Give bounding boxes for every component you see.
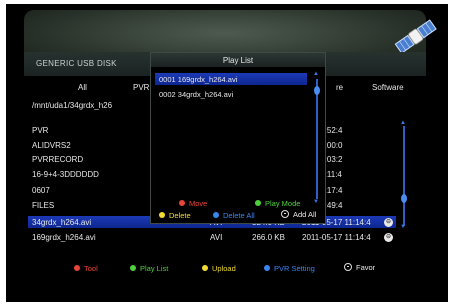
- favor-hint[interactable]: Favor: [344, 263, 375, 272]
- lock-icon: ⊖: [384, 233, 393, 242]
- play-list-hint[interactable]: Play List: [130, 264, 168, 273]
- delete-all-hint: Delete All: [213, 211, 255, 220]
- playlist-item[interactable]: 0002 34grdx_h264.avi: [159, 90, 233, 99]
- lock-icon: ⊖: [384, 218, 393, 227]
- green-button-icon: [130, 265, 136, 271]
- playlist-popup: Play List 0001 169grdx_h264.avi 0002 34g…: [150, 52, 326, 224]
- playlist-item[interactable]: 0001 169grdx_h264.avi: [159, 75, 237, 84]
- tv-screen: GENERIC USB DISK All PVR re Software /mn…: [6, 4, 448, 302]
- favor-button-icon: [344, 263, 352, 271]
- popup-scrollbar-thumb[interactable]: [314, 86, 320, 95]
- green-button-icon: [255, 200, 261, 206]
- current-path: /mnt/uda1/34grdx_h26: [32, 101, 113, 110]
- upload-hint[interactable]: Upload: [202, 264, 236, 273]
- ok-button-icon: [281, 210, 289, 218]
- device-title: GENERIC USB DISK: [36, 59, 117, 68]
- tab-all[interactable]: All: [78, 83, 87, 92]
- scroll-up-arrow-icon[interactable]: ▲: [313, 71, 319, 77]
- play-mode-hint: Play Mode: [255, 199, 300, 208]
- red-button-icon: [74, 265, 80, 271]
- tool-hint[interactable]: Tool: [74, 264, 98, 273]
- yellow-button-icon: [202, 265, 208, 271]
- popup-title: Play List: [222, 56, 254, 65]
- scroll-down-arrow-icon[interactable]: ▼: [400, 224, 406, 230]
- scrollbar-track[interactable]: [403, 126, 405, 226]
- move-hint: Move: [179, 199, 207, 208]
- pvr-setting-hint[interactable]: PVR Setting: [264, 264, 315, 273]
- tab-partial[interactable]: re: [336, 83, 343, 92]
- red-button-icon: [179, 200, 185, 206]
- blue-button-icon: [213, 212, 219, 218]
- yellow-button-icon: [159, 212, 165, 218]
- tab-pvr[interactable]: PVR: [133, 83, 149, 92]
- file-row[interactable]: 169grdx_h264.avi AVI 266.0 KB 2011-05-17…: [32, 233, 394, 245]
- tab-software[interactable]: Software: [372, 83, 404, 92]
- scroll-down-arrow-icon[interactable]: ▼: [313, 199, 319, 205]
- scrollbar-thumb[interactable]: [401, 194, 407, 203]
- delete-hint: Delete: [159, 211, 191, 220]
- popup-scrollbar-track[interactable]: [316, 79, 318, 199]
- blue-button-icon: [264, 265, 270, 271]
- add-all-hint: Add All: [281, 210, 316, 219]
